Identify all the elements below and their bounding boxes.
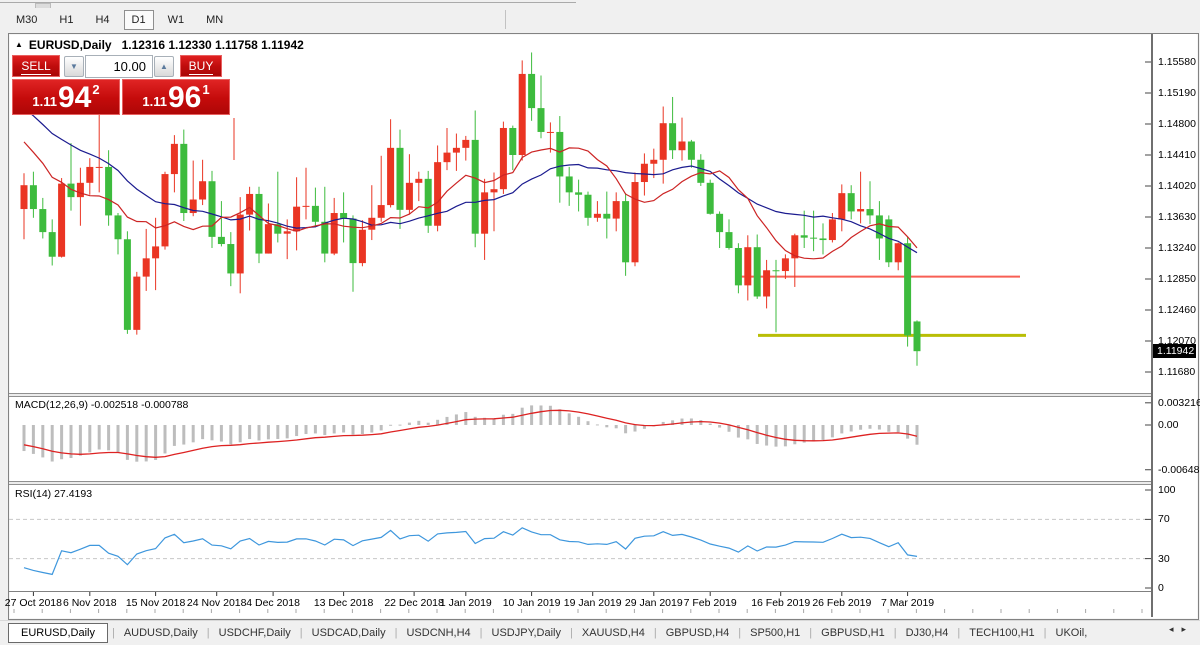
timeframe-toolbar: M30 H1 H4 D1 W1MN: [0, 8, 1200, 32]
chart-tab-usdcnh-h4[interactable]: USDCNH,H4: [397, 624, 479, 642]
date-axis-label: 13 Dec 2018: [314, 597, 374, 609]
axis-separator: [1151, 34, 1153, 617]
timeframe-button-d1[interactable]: D1: [124, 10, 154, 30]
symbol-tab-bar: EURUSD,Daily|AUDUSD,Daily|USDCHF,Daily|U…: [0, 620, 1200, 645]
volume-increase-button[interactable]: ▲: [154, 56, 174, 77]
price-axis-label: 1.15190: [1158, 87, 1196, 99]
chevron-down-icon: ▼: [70, 62, 78, 71]
sell-button-label: SELL: [21, 59, 50, 75]
mt4-terminal: M30H1H4D1W1MN 1.11942 ▲EURUSD,Daily1.123…: [0, 0, 1200, 645]
macd-axis-label: 0.00: [1158, 419, 1178, 431]
tab-scroll-arrows: ◂▸: [1169, 624, 1194, 635]
sell-price-quote[interactable]: 1.11 94 2: [12, 79, 120, 115]
tab-scroll-right-icon[interactable]: ▸: [1181, 624, 1194, 634]
chart-tab-ukoil[interactable]: UKOil,: [1047, 624, 1097, 642]
sell-price-prefix: 1.11: [32, 94, 57, 109]
ma-slow-line: [24, 109, 917, 253]
price-axis-label: 1.14020: [1158, 180, 1196, 192]
sell-price-pip: 2: [92, 82, 99, 97]
timeframe-button-h4[interactable]: H4: [87, 10, 117, 30]
timeframe-button-w1[interactable]: W1: [160, 10, 193, 30]
chart-window: 1.11942 ▲EURUSD,Daily1.12316 1.12330 1.1…: [8, 33, 1199, 620]
chart-ohlc-values: 1.12316 1.12330 1.11758 1.11942: [122, 38, 304, 52]
macd-histogram: [23, 405, 919, 461]
chart-tab-audusd-daily[interactable]: AUDUSD,Daily: [115, 624, 207, 642]
chart-tab-gbpusd-h1[interactable]: GBPUSD,H1: [812, 624, 894, 642]
price-axis-label: 1.11680: [1158, 366, 1195, 378]
buy-price-main: 96: [168, 85, 201, 111]
buy-price-prefix: 1.11: [142, 94, 167, 109]
buy-price-quote[interactable]: 1.11 96 1: [122, 79, 230, 115]
chart-canvas[interactable]: [9, 34, 1152, 617]
macd-axis-label: 0.003216: [1158, 397, 1200, 409]
macd-label: MACD(12,26,9) -0.002518 -0.000788: [15, 399, 188, 411]
date-axis-label: 4 Dec 2018: [246, 597, 300, 609]
chart-tab-eurusd-daily[interactable]: EURUSD,Daily: [8, 623, 108, 643]
date-axis-label: 29 Jan 2019: [625, 597, 683, 609]
price-axis-label: 1.14800: [1158, 118, 1196, 130]
toolbar-separator: [505, 10, 506, 29]
collapse-panel-icon[interactable]: ▲: [15, 40, 23, 49]
chart-symbol-label: EURUSD,Daily: [29, 38, 112, 52]
date-axis-label: 22 Dec 2018: [384, 597, 444, 609]
price-axis-label: 1.12850: [1158, 273, 1196, 285]
horizontal-lines: [738, 277, 1026, 336]
ma-fast-line: [24, 142, 917, 259]
chart-tab-tech100-h1[interactable]: TECH100,H1: [960, 624, 1043, 642]
rsi-axis-label: 30: [1158, 553, 1170, 565]
date-axis-label: 1 Jan 2019: [440, 597, 492, 609]
rsi-axis-label: 70: [1158, 513, 1170, 525]
toolbar-edge-line: [0, 2, 576, 3]
timeframe-button-h1[interactable]: H1: [51, 10, 81, 30]
rsi-axis-label: 100: [1158, 484, 1176, 496]
rsi-axis-label: 0: [1158, 582, 1164, 594]
chart-tab-gbpusd-h4[interactable]: GBPUSD,H4: [657, 624, 739, 642]
volume-decrease-button[interactable]: ▼: [64, 56, 84, 77]
macd-signal-line: [24, 410, 917, 457]
chart-tab-usdcad-daily[interactable]: USDCAD,Daily: [303, 624, 395, 642]
date-axis-label: 24 Nov 2018: [187, 597, 247, 609]
chevron-up-icon: ▲: [160, 62, 168, 71]
price-axis-label: 1.12460: [1158, 304, 1196, 316]
date-axis-label: 10 Jan 2019: [503, 597, 561, 609]
chart-tab-usdchf-daily[interactable]: USDCHF,Daily: [210, 624, 300, 642]
date-axis-label: 19 Jan 2019: [564, 597, 622, 609]
date-axis-label: 7 Feb 2019: [684, 597, 737, 609]
top-toolbar-strip: [0, 0, 1200, 7]
chart-tab-sp500-h1[interactable]: SP500,H1: [741, 624, 809, 642]
chart-title: ▲ EURUSD,Daily 1.12316 1.12330 1.11758 1.1…: [15, 38, 304, 52]
price-axis-label: 1.13240: [1158, 242, 1196, 254]
macd-rsi-splitter[interactable]: [9, 481, 1196, 485]
sell-price-main: 94: [58, 85, 91, 111]
chart-tab-usdjpy-daily[interactable]: USDJPY,Daily: [483, 624, 571, 642]
date-axis-label: 16 Feb 2019: [751, 597, 810, 609]
date-axis-label: 15 Nov 2018: [126, 597, 186, 609]
one-click-trade-panel: SELL ▼ 10.00 ▲ BUY 1.11 94 2 1.11 96 1: [10, 55, 229, 119]
timeframe-button-mn[interactable]: MN: [198, 10, 231, 30]
volume-input[interactable]: 10.00: [85, 55, 153, 78]
tab-scroll-left-icon[interactable]: ◂: [1169, 624, 1182, 634]
buy-button-label: BUY: [189, 59, 214, 75]
chart-tab-xauusd-h4[interactable]: XAUUSD,H4: [573, 624, 654, 642]
rsi-label: RSI(14) 27.4193: [15, 488, 92, 500]
price-macd-splitter[interactable]: [9, 393, 1196, 397]
date-axis-label: 7 Mar 2019: [881, 597, 934, 609]
buy-button[interactable]: BUY: [180, 55, 222, 77]
timeframe-button-m30[interactable]: M30: [8, 10, 45, 30]
price-axis-label: 1.13630: [1158, 211, 1196, 223]
date-axis-label: 6 Nov 2018: [63, 597, 117, 609]
date-axis-label: 27 Oct 2018: [5, 597, 62, 609]
date-axis-label: 26 Feb 2019: [812, 597, 871, 609]
price-axis-label: 1.14410: [1158, 149, 1196, 161]
macd-axis-label: -0.006485: [1158, 464, 1200, 476]
buy-price-pip: 1: [202, 82, 209, 97]
time-axis-line: [9, 591, 1196, 592]
rsi-line: [24, 528, 917, 575]
sell-button[interactable]: SELL: [12, 55, 60, 77]
price-axis-label: 1.15580: [1158, 56, 1196, 68]
current-price-badge: 1.11942: [1153, 344, 1196, 358]
chart-tab-dj30-h4[interactable]: DJ30,H4: [897, 624, 958, 642]
